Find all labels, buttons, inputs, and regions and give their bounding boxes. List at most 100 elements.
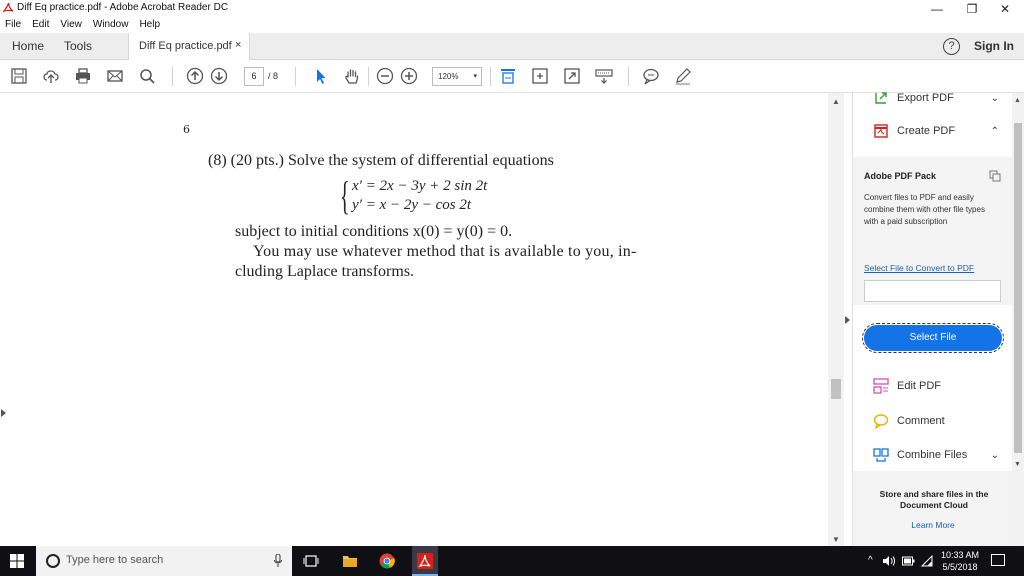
zoom-value: 120%: [438, 72, 459, 81]
battery-icon[interactable]: [902, 556, 915, 566]
volume-icon[interactable]: [882, 555, 895, 567]
document-cloud-panel: Store and share files in the Document Cl…: [853, 471, 1013, 546]
minimize-icon: —: [931, 1, 943, 16]
restore-button[interactable]: ❐: [955, 0, 989, 17]
initial-conditions: subject to initial conditions x(0) = y(0…: [235, 223, 513, 240]
comment-label: Comment: [897, 415, 945, 427]
file-input-field[interactable]: [864, 280, 1001, 302]
edit-pdf-item[interactable]: Edit PDF: [873, 377, 1003, 395]
full-screen-icon[interactable]: [563, 67, 581, 85]
keyboard-icon[interactable]: [595, 67, 613, 85]
chrome-icon[interactable]: [379, 553, 395, 569]
edit-pdf-icon: [873, 378, 889, 394]
toolbar-separator: [172, 67, 173, 86]
page-number-input[interactable]: 6: [244, 67, 264, 86]
search-icon[interactable]: [138, 67, 156, 85]
equation-1: x′ = 2x − 3y + 2 sin 2t: [352, 178, 488, 194]
pen-icon[interactable]: [674, 67, 692, 85]
cortana-icon: [46, 554, 60, 568]
close-window-button[interactable]: ✕: [988, 0, 1022, 17]
tab-home[interactable]: Home: [12, 39, 44, 53]
combine-files-icon: [873, 447, 889, 463]
scroll-thumb[interactable]: [831, 379, 841, 399]
export-pdf-item[interactable]: Export PDF ⌄: [873, 89, 1003, 107]
create-pdf-item[interactable]: Create PDF ⌃: [873, 122, 1003, 140]
save-icon[interactable]: [10, 67, 28, 85]
comment-item[interactable]: Comment: [873, 412, 1003, 430]
toolbar-separator: [628, 67, 629, 86]
hand-icon[interactable]: [343, 67, 361, 85]
restore-icon: ❐: [966, 1, 978, 16]
select-file-button[interactable]: Select File: [862, 323, 1004, 353]
page-total: / 8: [268, 71, 279, 81]
microphone-icon[interactable]: [274, 554, 282, 567]
combine-files-item[interactable]: Combine Files ⌄: [873, 446, 1003, 464]
tab-tools[interactable]: Tools: [64, 39, 92, 53]
close-icon: ✕: [999, 1, 1011, 16]
sign-in-button[interactable]: Sign In: [974, 39, 1014, 53]
menu-help[interactable]: Help: [139, 17, 160, 33]
prev-page-icon[interactable]: [186, 67, 204, 85]
pdf-page-number: 6: [183, 123, 190, 136]
select-file-link[interactable]: Select File to Convert to PDF: [864, 263, 974, 273]
toolbar: 6 / 8 120% ▾: [0, 60, 1024, 93]
menu-file[interactable]: File: [5, 17, 21, 33]
file-explorer-icon[interactable]: [342, 553, 358, 569]
toolbar-separator: [368, 67, 369, 86]
copy-icon[interactable]: [989, 170, 1001, 182]
instructions-line-2: cluding Laplace transforms.: [235, 263, 415, 280]
tray-overflow-icon[interactable]: ^: [868, 555, 873, 566]
menu-bar: File Edit View Window Help: [0, 17, 1024, 33]
select-cursor-icon[interactable]: [312, 67, 330, 85]
menu-window[interactable]: Window: [93, 17, 129, 33]
system-clock[interactable]: 10:33 AM 5/5/2018: [936, 549, 984, 573]
zoom-in-icon[interactable]: [400, 67, 418, 85]
comment-icon[interactable]: [642, 67, 660, 85]
instructions-line-1: You may use whatever method that is avai…: [253, 243, 637, 260]
email-icon[interactable]: [106, 67, 124, 85]
pane-scrollbar[interactable]: ▲ ▼: [1012, 93, 1024, 546]
help-icon[interactable]: ?: [943, 38, 960, 55]
scroll-up-icon[interactable]: ▲: [832, 97, 840, 106]
pane-scroll-thumb[interactable]: [1014, 123, 1022, 453]
clock-time: 10:33 AM: [940, 550, 980, 560]
scroll-down-icon[interactable]: ▼: [832, 535, 840, 544]
left-panel-toggle[interactable]: [0, 93, 8, 546]
acrobat-app-icon: [3, 2, 14, 13]
pack-description: Convert files to PDF and easily combine …: [864, 193, 985, 226]
zoom-select[interactable]: 120% ▾: [432, 67, 482, 86]
rotate-icon[interactable]: [531, 67, 549, 85]
pack-heading: Adobe PDF Pack: [864, 171, 937, 181]
wifi-icon[interactable]: [921, 555, 933, 567]
acrobat-taskbar-button[interactable]: [412, 546, 438, 576]
expand-left-icon: [1, 409, 6, 417]
menu-edit[interactable]: Edit: [32, 17, 49, 33]
windows-start-icon[interactable]: [10, 554, 24, 568]
window-title: Diff Eq practice.pdf - Adobe Acrobat Rea…: [17, 2, 229, 13]
tab-document[interactable]: Diff Eq practice.pdf ×: [128, 33, 250, 60]
task-view-icon[interactable]: [303, 553, 319, 569]
taskbar-search[interactable]: Type here to search: [36, 546, 292, 576]
next-page-icon[interactable]: [210, 67, 228, 85]
print-icon[interactable]: [74, 67, 92, 85]
fit-width-icon[interactable]: [499, 67, 517, 85]
equation-2: y′ = x − 2y − cos 2t: [352, 197, 472, 213]
upload-icon[interactable]: [42, 67, 60, 85]
document-scrollbar[interactable]: ▲ ▼: [828, 93, 844, 546]
pane-scroll-down-icon[interactable]: ▼: [1014, 461, 1021, 468]
pane-scroll-up-icon[interactable]: ▲: [1014, 97, 1021, 104]
chevron-down-icon: ⌄: [990, 449, 999, 461]
chevron-up-icon: ⌃: [990, 125, 999, 137]
collapse-pane-icon[interactable]: [845, 316, 850, 324]
zoom-out-icon[interactable]: [376, 67, 394, 85]
learn-more-link[interactable]: Learn More: [853, 520, 1013, 530]
notification-center-icon[interactable]: [991, 554, 1005, 566]
menu-view[interactable]: View: [60, 17, 82, 33]
tab-bar: Home Tools Diff Eq practice.pdf × ? Sign…: [0, 33, 1024, 60]
tools-pane: Export PDF ⌄ Create PDF ⌃ Adobe PDF Pack…: [852, 92, 1013, 546]
minimize-button[interactable]: —: [920, 0, 954, 17]
pdf-pack-panel: Adobe PDF Pack Convert files to PDF and …: [853, 157, 1013, 305]
equation-brace: {: [340, 173, 350, 218]
tab-close-icon[interactable]: ×: [235, 39, 241, 51]
edit-pdf-label: Edit PDF: [897, 380, 942, 392]
